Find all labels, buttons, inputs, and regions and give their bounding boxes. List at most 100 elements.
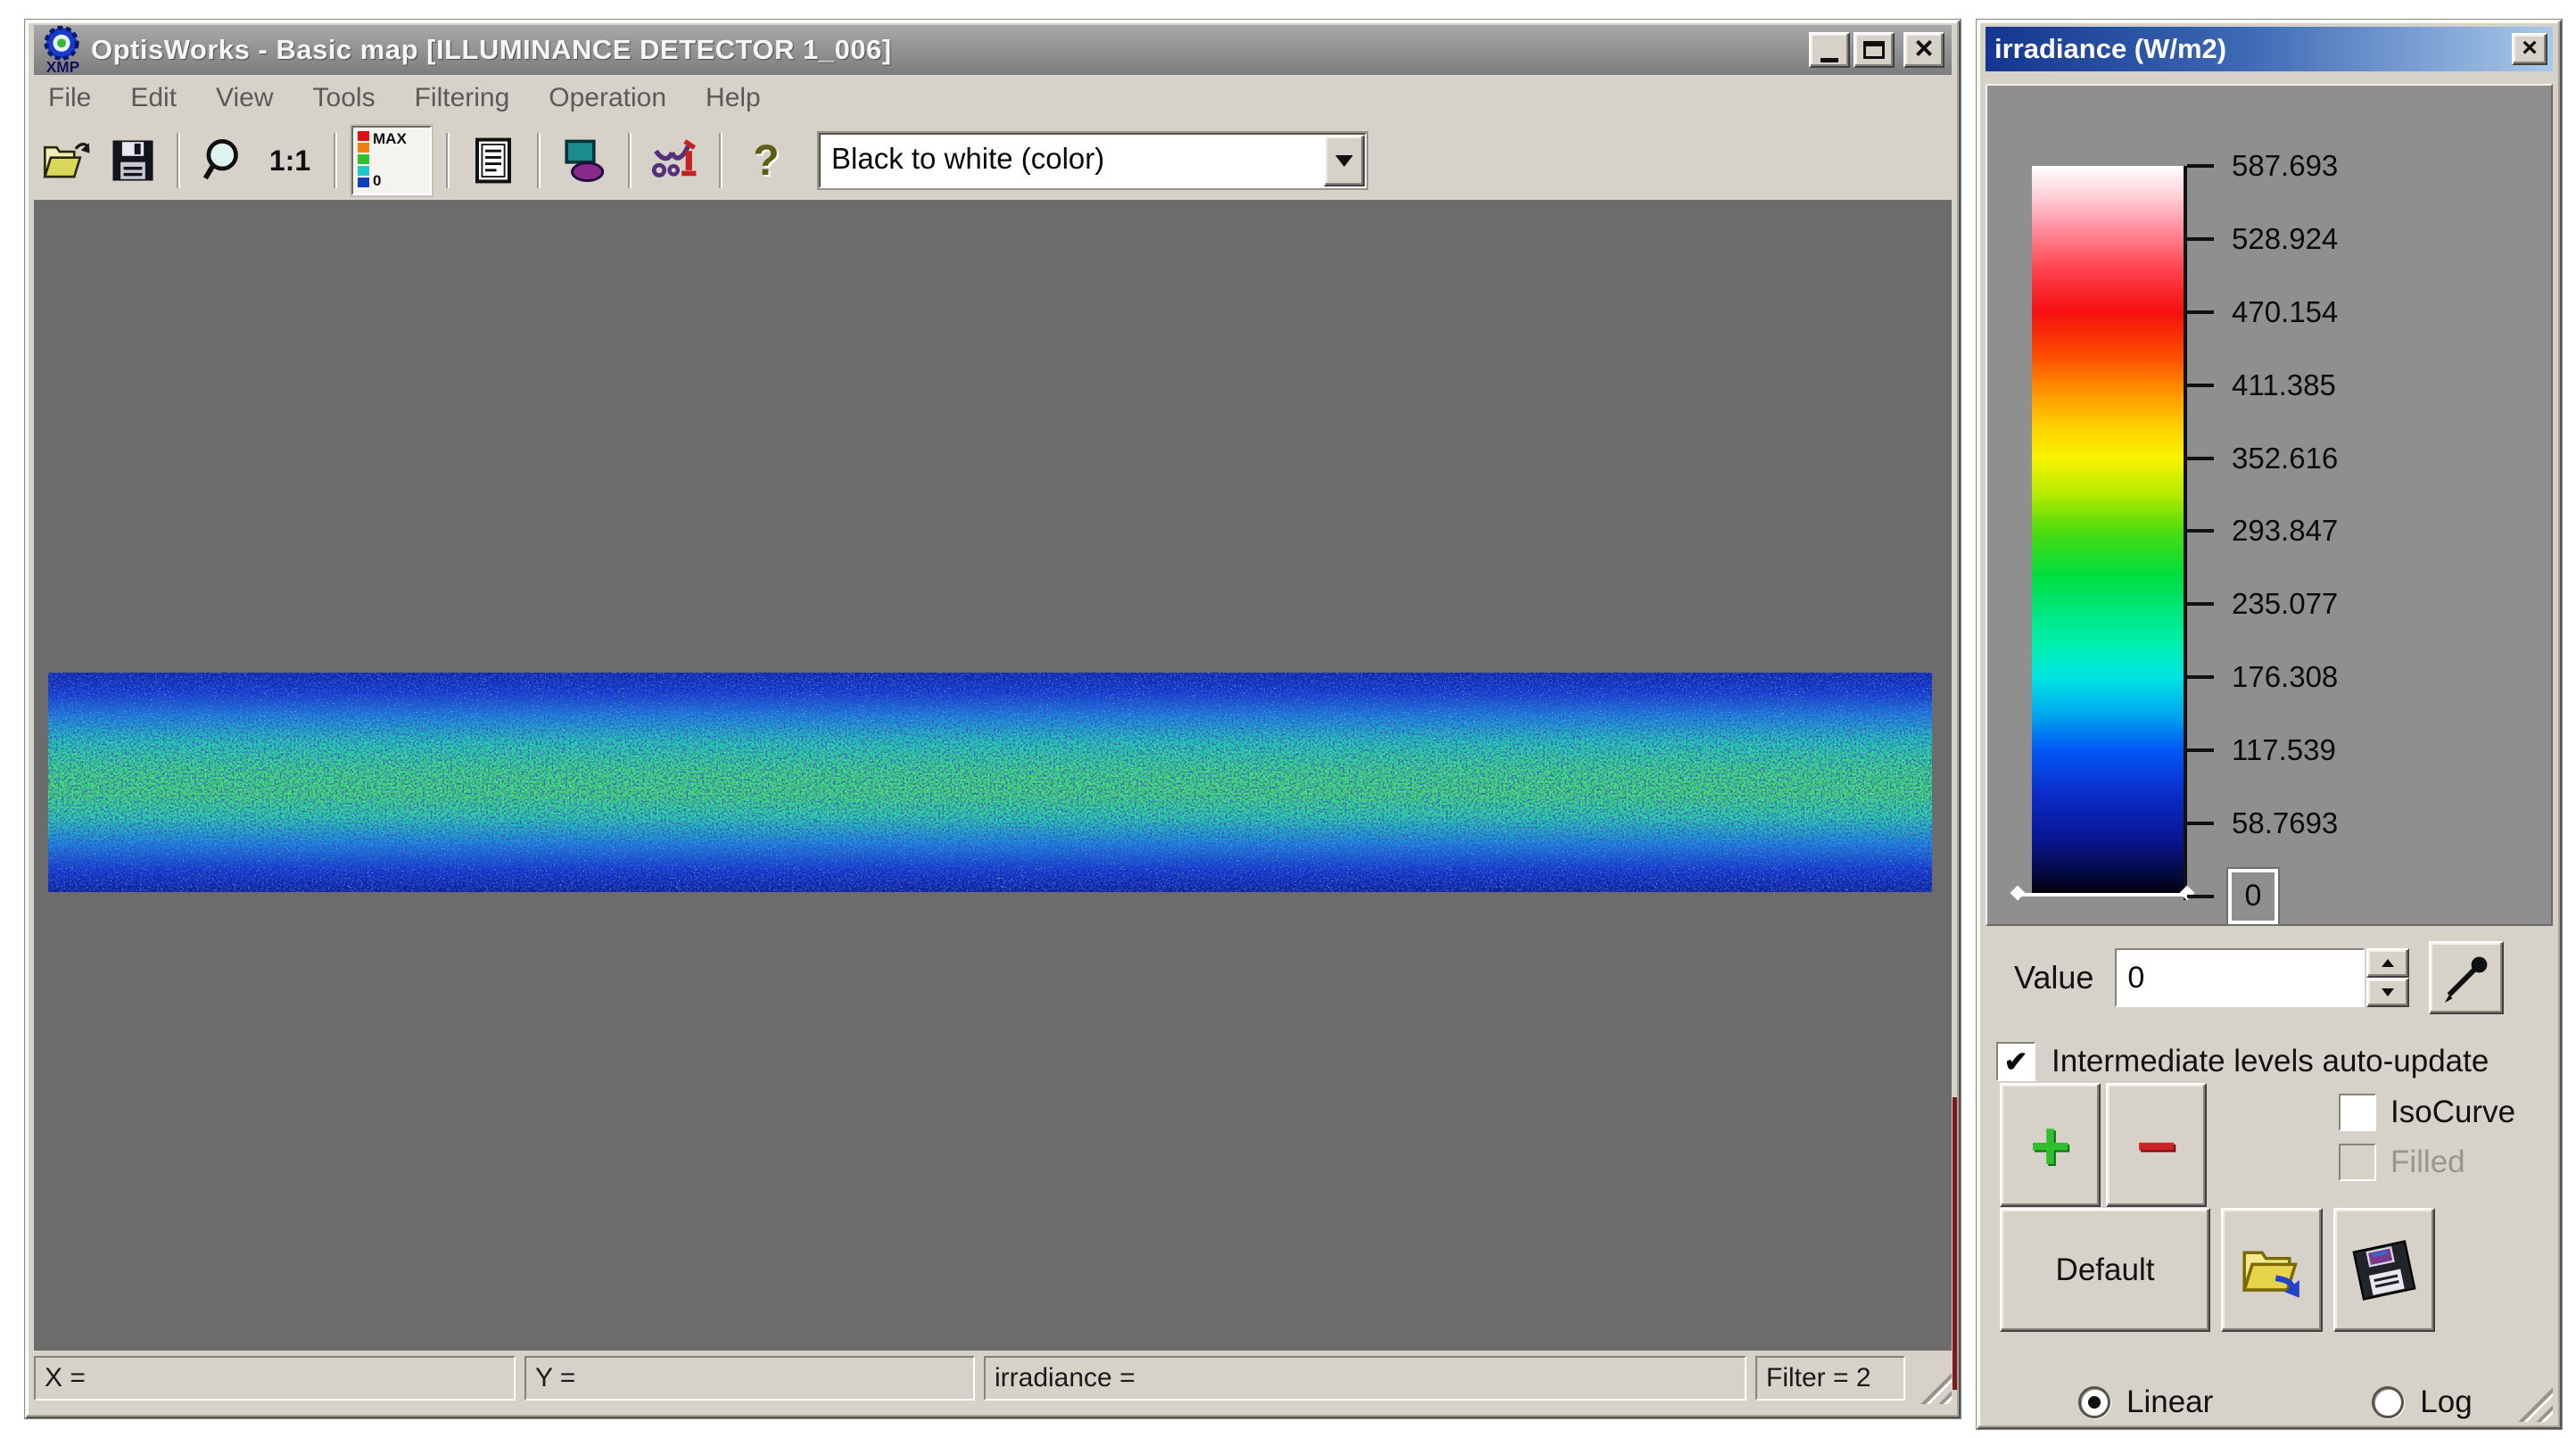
help-icon: ? xyxy=(753,136,780,185)
menu-filtering[interactable]: Filtering xyxy=(415,83,510,113)
status-filter-readout: Filter = 2 xyxy=(1755,1356,1905,1401)
toolbar-separator xyxy=(628,133,632,188)
tick-label: 352.616 xyxy=(2232,441,2339,475)
menu-view[interactable]: View xyxy=(216,83,273,113)
close-icon: × xyxy=(1914,29,1934,66)
palette-close-button[interactable]: × xyxy=(2512,33,2547,65)
isocurve-label: IsoCurve xyxy=(2390,1095,2516,1129)
tick-label: 470.154 xyxy=(2232,294,2339,328)
scale-zero-baseline xyxy=(2018,893,2187,897)
add-level-button[interactable]: + xyxy=(2000,1083,2101,1207)
open-button[interactable] xyxy=(37,129,96,192)
document-icon xyxy=(475,137,511,184)
log-radio[interactable] xyxy=(2372,1386,2405,1418)
report-button[interactable] xyxy=(464,129,523,192)
spinner-down-button[interactable] xyxy=(2366,978,2410,1007)
app-icon-text: XMP xyxy=(46,58,79,74)
color-scale-max-label: MAX xyxy=(373,130,407,147)
auto-update-checkbox[interactable]: ✔ xyxy=(1996,1042,2035,1081)
tick-label: 58.7693 xyxy=(2232,806,2339,840)
default-button[interactable]: Default xyxy=(2000,1208,2210,1332)
load-palette-button[interactable] xyxy=(2221,1208,2323,1332)
title-bar[interactable]: XMP OptisWorks - Basic map [ILLUMINANCE … xyxy=(34,25,1952,75)
colormap-select[interactable]: Black to white (color) xyxy=(819,133,1366,188)
radio-selected-dot xyxy=(2088,1396,2101,1409)
tick-mark xyxy=(2187,383,2214,387)
magnifier-icon xyxy=(202,139,238,180)
tick-mark xyxy=(2187,602,2214,607)
maximize-button[interactable] xyxy=(1854,32,1895,68)
filled-checkbox xyxy=(2339,1144,2376,1181)
tools-icon xyxy=(651,139,697,178)
tick-mark xyxy=(2187,529,2214,533)
tick-label: 235.077 xyxy=(2232,587,2339,621)
tick-label: 587.693 xyxy=(2232,149,2339,182)
minimize-button[interactable] xyxy=(1809,32,1850,68)
pick-value-button[interactable] xyxy=(2429,941,2505,1014)
zoom-1to1-button[interactable]: 1:1 xyxy=(260,129,319,192)
remove-level-button[interactable]: − xyxy=(2106,1083,2207,1207)
help-button[interactable]: ? xyxy=(737,129,796,192)
status-y-readout: Y = xyxy=(524,1356,975,1401)
app-icon: XMP xyxy=(44,26,79,74)
toolbar: 1:1 MAX 0 ? Black to white (color) xyxy=(34,121,1952,200)
screen-ellipse-icon xyxy=(565,139,605,182)
palette-title: irradiance (W/m2) xyxy=(1994,33,2227,64)
irradiance-band-image xyxy=(48,673,1932,892)
toolbar-separator xyxy=(537,133,541,188)
eyedropper-icon xyxy=(2445,956,2488,1004)
arrow-down-icon xyxy=(2382,988,2395,996)
palette-actions-row: Default xyxy=(1986,1208,2553,1333)
tick-mark xyxy=(2187,894,2214,898)
linear-radio[interactable] xyxy=(2078,1386,2110,1418)
close-icon: × xyxy=(2522,33,2538,62)
save-floppy-icon xyxy=(112,140,153,181)
log-label: Log xyxy=(2420,1384,2473,1419)
zoom-button[interactable] xyxy=(194,129,253,192)
menu-bar: File Edit View Tools Filtering Operation… xyxy=(34,75,1952,121)
menu-edit[interactable]: Edit xyxy=(130,83,177,113)
tick-mark xyxy=(2187,456,2214,460)
color-scale-bar[interactable] xyxy=(2032,166,2184,897)
tick-mark xyxy=(2187,310,2214,314)
measure-tools-button[interactable] xyxy=(646,129,705,192)
save-palette-button[interactable] xyxy=(2333,1208,2435,1332)
zoom-ratio-label: 1:1 xyxy=(268,144,311,177)
open-folder-icon xyxy=(43,143,90,178)
tick-mark xyxy=(2187,675,2214,680)
toolbar-separator xyxy=(177,133,180,188)
color-scale-icon xyxy=(358,131,369,190)
color-scale-min-label: 0 xyxy=(373,172,382,190)
tick-label: 411.385 xyxy=(2232,368,2336,401)
menu-file[interactable]: File xyxy=(48,83,91,113)
floppy-disk-icon xyxy=(2352,1239,2416,1301)
add-remove-level-row: + − IsoCurve Filled xyxy=(1986,1083,2553,1208)
toolbar-separator xyxy=(334,133,337,188)
status-x-readout: X = xyxy=(34,1356,516,1401)
scale-mode-row: Linear Log xyxy=(1986,1383,2553,1422)
color-scale-button[interactable]: MAX 0 xyxy=(351,126,432,195)
tick-label: 117.539 xyxy=(2232,733,2336,767)
spinner-up-button[interactable] xyxy=(2366,948,2410,978)
palette-title-bar[interactable]: irradiance (W/m2) × xyxy=(1986,27,2553,71)
isocurve-checkbox[interactable] xyxy=(2339,1094,2376,1131)
detector-map-area[interactable] xyxy=(34,200,1952,1351)
toolbar-separator xyxy=(446,133,450,188)
color-scale-area: 587.693 528.924 470.154 411.385 352.616 … xyxy=(1986,84,2553,926)
menu-operation[interactable]: Operation xyxy=(549,83,666,113)
menu-help[interactable]: Help xyxy=(706,83,761,113)
menu-tools[interactable]: Tools xyxy=(313,83,376,113)
colormap-dropdown-button[interactable] xyxy=(1324,135,1365,186)
display-mode-button[interactable] xyxy=(555,129,614,192)
close-button[interactable]: × xyxy=(1903,32,1944,68)
save-button[interactable] xyxy=(103,129,162,192)
status-irradiance-readout: irradiance = xyxy=(984,1356,1746,1401)
tick-label: 528.924 xyxy=(2232,221,2339,255)
colormap-selected-value: Black to white (color) xyxy=(831,142,1105,175)
resize-grip[interactable] xyxy=(1914,1367,1952,1404)
tick-label: 176.308 xyxy=(2232,660,2339,694)
auto-update-label: Intermediate levels auto-update xyxy=(2052,1044,2489,1078)
value-input[interactable] xyxy=(2115,948,2365,1007)
scale-zero-level-box[interactable]: 0 xyxy=(2228,868,2278,924)
status-bar: X = Y = irradiance = Filter = 2 xyxy=(34,1351,1952,1404)
